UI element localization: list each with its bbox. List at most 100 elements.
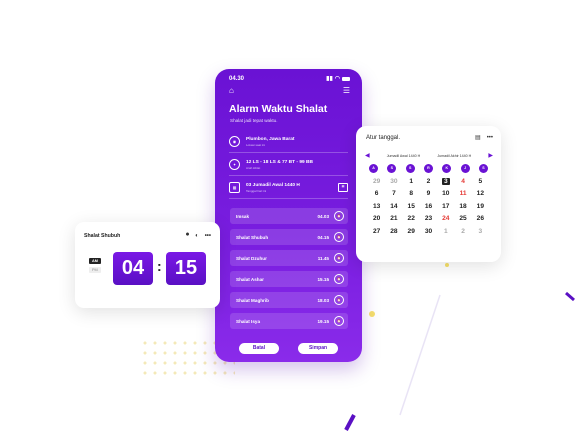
alarm-clock-icon[interactable]: ⏰ — [334, 232, 344, 242]
calendar-small-icon: ▦ — [229, 182, 240, 193]
calendar-day[interactable]: 25 — [454, 214, 471, 223]
day-number: 12 — [476, 190, 485, 198]
weekday-label: A — [369, 164, 378, 173]
calendar-day[interactable]: 10 — [437, 189, 454, 198]
day-number: 9 — [426, 190, 431, 198]
calendar-icon[interactable]: ▤ — [475, 134, 481, 141]
month-nav: ◀ Jumadil Awal 1440 H Jumadil Akhir 1440… — [365, 152, 493, 159]
day-number: 19 — [476, 202, 485, 210]
calendar-day[interactable]: 7 — [385, 189, 402, 198]
prev-month-icon[interactable]: ◀ — [365, 152, 370, 159]
calendar-day[interactable]: 23 — [420, 214, 437, 223]
location-icon: ◉ — [229, 136, 240, 147]
day-number: 29 — [407, 227, 415, 235]
minute-display[interactable]: 15 — [166, 252, 206, 285]
more-icon[interactable]: ••• — [487, 135, 493, 141]
weekday-label: R — [423, 164, 433, 173]
calendar-day[interactable]: 2 — [420, 177, 437, 186]
calendar-day[interactable]: 21 — [385, 214, 402, 223]
am-option[interactable]: AM — [89, 258, 101, 264]
alarm-time: 04.15 — [317, 234, 330, 240]
calendar-day[interactable]: 4 — [454, 177, 471, 186]
calendar-day[interactable]: 19 — [472, 202, 489, 211]
alarm-item[interactable]: Shalat Dzuhur 11.45 ⏰ — [230, 250, 348, 266]
calendar-day[interactable]: 1 — [437, 227, 454, 236]
calendar-day[interactable]: 2 — [454, 227, 471, 236]
calendar-day[interactable]: 20 — [368, 214, 385, 223]
info-location[interactable]: ◉ Plumbon, Jawa Barat Lokasi saat ini — [229, 130, 348, 153]
day-number: 8 — [409, 190, 414, 198]
alarm-clock-icon[interactable]: ⏰ — [334, 274, 344, 284]
weekday-label: K — [442, 164, 452, 173]
alarm-clock-icon[interactable]: ⏰ — [334, 253, 344, 263]
calendar-day[interactable]: 30 — [420, 227, 437, 236]
next-month-icon[interactable]: ▶ — [488, 152, 493, 159]
alarm-name: Shalat Ashar — [236, 276, 264, 282]
time-separator: : — [157, 258, 162, 274]
info-qibla[interactable]: ✦ 12 LS - 18 LS & 77 BT - 99 BB Arah kib… — [229, 153, 348, 176]
alarm-item[interactable]: Shalat Maghrib 18.03 ⏰ — [230, 292, 348, 308]
calendar-day[interactable]: 26 — [472, 214, 489, 223]
alarm-item[interactable]: Shalat Ashar 15.15 ⏰ — [230, 271, 348, 287]
calendar-day[interactable]: 18 — [454, 202, 471, 211]
alarm-icon[interactable]: ⏺ — [186, 232, 189, 239]
day-number: 27 — [372, 227, 381, 235]
calendar-day[interactable]: 11 — [454, 189, 471, 198]
calendar-day[interactable]: 24 — [437, 214, 454, 223]
day-number: 10 — [442, 190, 450, 198]
wifi-icon: ◠ — [334, 76, 340, 82]
calendar-day[interactable]: 29 — [403, 227, 420, 236]
calendar-day[interactable]: 22 — [403, 214, 420, 223]
day-number: 18 — [459, 202, 467, 210]
date-picker-card: Atur tanggal. ▤ ••• ◀ Jumadil Awal 1440 … — [356, 126, 501, 262]
menu-icon[interactable]: ☰ — [343, 86, 350, 95]
weekday-header: ASSRKJS — [369, 164, 488, 173]
info-date[interactable]: ▦ 03 Jumadil Awal 1440 H Tanggal hari in… — [229, 176, 348, 199]
alarm-clock-icon[interactable]: ⏰ — [334, 295, 344, 305]
theme-toggle-icon[interactable]: ◐ — [195, 233, 199, 239]
status-icons: ▮▮ ◠ — [326, 75, 350, 82]
save-button[interactable]: Simpan — [298, 343, 338, 354]
calendar-day[interactable]: 6 — [368, 189, 385, 198]
more-icon[interactable]: ••• — [205, 233, 211, 239]
calendar-day[interactable]: 13 — [368, 202, 385, 211]
calendar-day[interactable]: 3 — [472, 227, 489, 236]
alarm-item[interactable]: Shalat Isya 19.15 ⏰ — [230, 313, 348, 329]
calendar-day[interactable]: 17 — [437, 202, 454, 211]
prev-month-label[interactable]: Jumadil Awal 1440 H — [387, 154, 421, 158]
alarm-clock-icon[interactable]: ⏰ — [334, 211, 344, 221]
day-number: 17 — [442, 202, 450, 210]
calendar-day[interactable]: 16 — [420, 202, 437, 211]
compass-icon: ✦ — [229, 159, 240, 170]
calendar-day[interactable]: 14 — [385, 202, 402, 211]
calendar-day[interactable]: 8 — [403, 189, 420, 198]
calendar-day[interactable]: 9 — [420, 189, 437, 198]
day-number: 1 — [443, 227, 448, 235]
day-number: 30 — [424, 227, 433, 235]
day-number: 23 — [424, 215, 433, 223]
day-number: 2 — [461, 227, 465, 235]
info-main: 12 LS - 18 LS & 77 BT - 99 BB — [246, 159, 313, 165]
cancel-button[interactable]: Batal — [239, 343, 279, 354]
calendar-day[interactable]: 5 — [472, 177, 489, 186]
selected-day[interactable]: 3 — [437, 177, 454, 186]
calendar-day[interactable]: 1 — [403, 177, 420, 186]
signal-icon: ▮▮ — [326, 76, 333, 82]
pm-option[interactable]: PM — [89, 267, 101, 273]
calendar-day[interactable]: 30 — [385, 177, 402, 186]
calendar-day[interactable]: 12 — [472, 189, 489, 198]
calendar-day[interactable]: 28 — [385, 227, 402, 236]
hour-display[interactable]: 04 — [113, 252, 153, 285]
alarm-item[interactable]: Shalat Shubuh 04.15 ⏰ — [230, 229, 348, 245]
alarm-clock-icon[interactable]: ⏰ — [334, 316, 344, 326]
next-month-label[interactable]: Jumadil Akhir 1440 H — [437, 154, 471, 158]
calendar-day[interactable]: 15 — [403, 202, 420, 211]
calendar-icon[interactable]: ▦ — [338, 183, 348, 192]
action-bar: Batal Simpan — [239, 343, 338, 354]
alarm-item[interactable]: Imsak 04.03 ⏰ — [230, 208, 348, 224]
calendar-day[interactable]: 27 — [368, 227, 385, 236]
alarm-name: Shalat Dzuhur — [236, 255, 267, 261]
day-number: 15 — [407, 202, 415, 210]
calendar-day[interactable]: 29 — [368, 177, 385, 186]
day-number: 16 — [424, 202, 433, 210]
